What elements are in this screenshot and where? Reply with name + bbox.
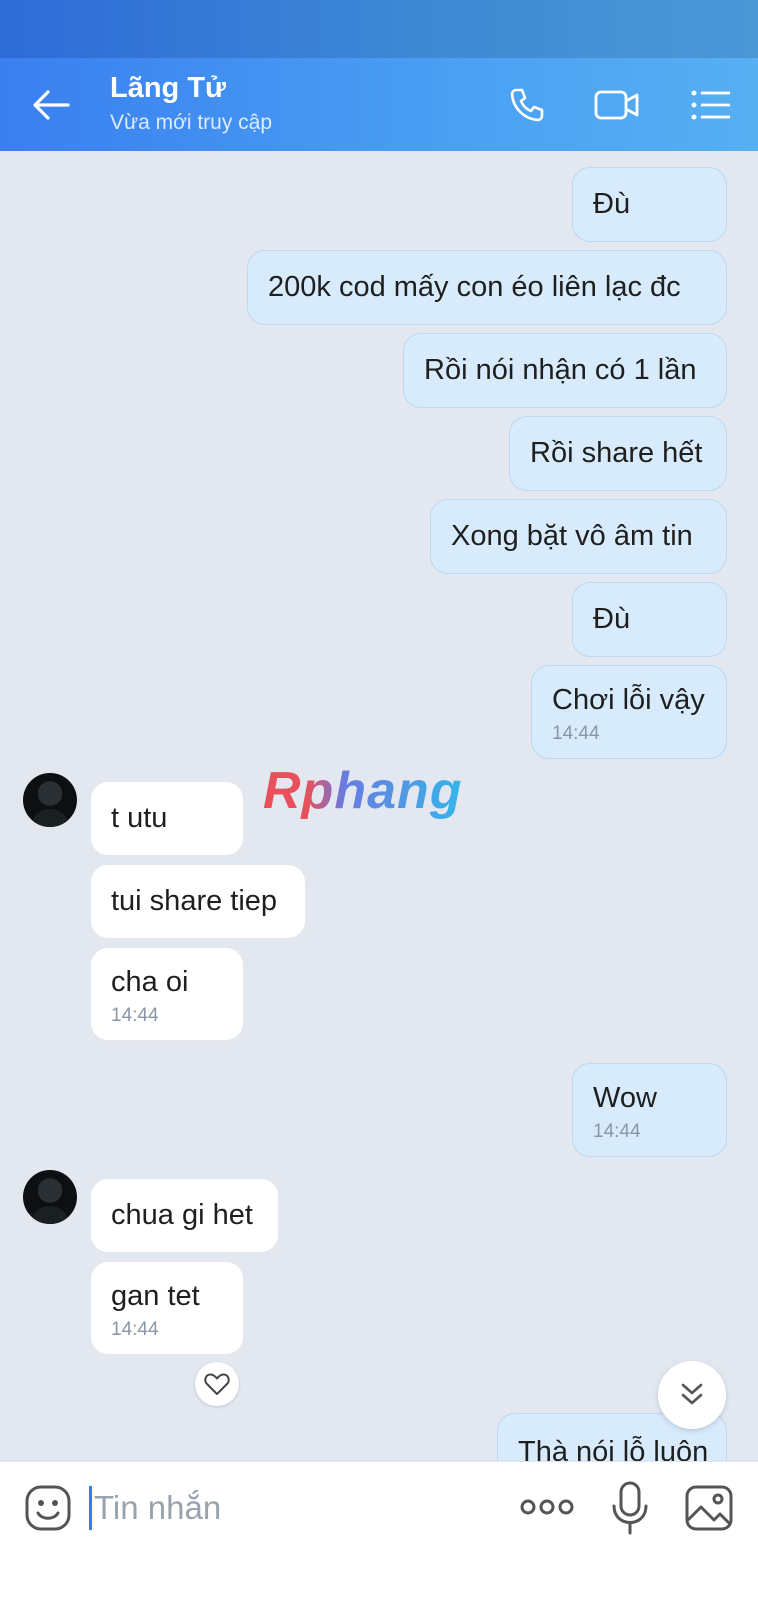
message-bubble[interactable]: 200k cod mấy con éo liên lạc đc (247, 250, 727, 325)
message-text: chua gi het (111, 1199, 253, 1231)
back-button[interactable] (28, 84, 74, 126)
message-bubble[interactable]: Rồi nói nhận có 1 lần (403, 333, 727, 408)
message-time: 14:44 (552, 723, 600, 744)
image-gallery-icon (685, 1485, 733, 1531)
message-composer (0, 1461, 758, 1601)
contact-avatar[interactable] (23, 773, 77, 827)
status-bar (0, 0, 758, 58)
message-text: cha oi (111, 966, 189, 998)
message-time: 14:44 (111, 1319, 159, 1340)
video-call-button[interactable] (592, 80, 642, 130)
scroll-to-bottom-button[interactable] (658, 1361, 726, 1429)
message-text: Rồi share hết (530, 437, 703, 469)
message-text: Thà nói lỗ luôn (518, 1436, 709, 1461)
message-text: Rồi nói nhận có 1 lần (424, 354, 697, 386)
send-image-button[interactable] (684, 1484, 734, 1532)
menu-list-icon (691, 90, 730, 120)
message-bubble[interactable]: Wow 14:44 (572, 1063, 727, 1157)
message-text: Wow (593, 1082, 657, 1114)
sticker-button[interactable] (24, 1484, 72, 1532)
message-list[interactable]: Đù 200k cod mấy con éo liên lạc đc Rồi n… (0, 151, 758, 1461)
message-bubble[interactable]: Chơi lỗi vậy 14:44 (531, 665, 727, 759)
message-bubble[interactable]: tui share tiep (90, 864, 306, 939)
message-text: Đù (593, 188, 631, 220)
message-text: tui share tiep (111, 885, 278, 917)
message-bubble[interactable]: gan tet 14:44 (90, 1261, 244, 1355)
message-text: Đù (593, 603, 631, 635)
message-text: 200k cod mấy con éo liên lạc đc (268, 271, 681, 303)
message-bubble[interactable]: Đù (572, 582, 727, 657)
message-text: Xong bặt vô âm tin (451, 520, 693, 552)
more-dots-icon (520, 1499, 574, 1515)
chevron-double-down-icon (681, 1383, 703, 1405)
chat-options-button[interactable] (686, 80, 736, 130)
watermark-logo: Rphang (263, 762, 463, 820)
message-text: Chơi lỗi vậy (552, 684, 705, 716)
more-options-button[interactable] (520, 1492, 574, 1522)
microphone-icon (612, 1481, 648, 1535)
video-call-icon (594, 90, 639, 120)
message-bubble[interactable]: Xong bặt vô âm tin (430, 499, 727, 574)
message-bubble[interactable]: Rồi share hết (509, 416, 727, 491)
message-input[interactable] (92, 1480, 496, 1536)
voice-record-button[interactable] (610, 1480, 650, 1536)
heart-icon (204, 1373, 230, 1395)
react-heart-button[interactable] (195, 1362, 239, 1406)
message-time: 14:44 (111, 1005, 159, 1026)
contact-avatar[interactable] (23, 1170, 77, 1224)
chat-header: Lãng Tử Vừa mới truy cập (0, 58, 758, 151)
message-time: 14:44 (593, 1121, 641, 1142)
emoji-icon (25, 1485, 71, 1531)
message-bubble[interactable]: Đù (572, 167, 727, 242)
message-bubble[interactable]: t utu (90, 781, 244, 856)
call-button[interactable] (502, 80, 552, 130)
phone-icon (510, 88, 544, 122)
back-arrow-icon (33, 90, 70, 120)
message-text: gan tet (111, 1280, 200, 1312)
message-bubble[interactable]: cha oi 14:44 (90, 947, 244, 1041)
message-text: t utu (111, 802, 168, 834)
contact-status: Vừa mới truy cập (110, 111, 273, 134)
message-bubble[interactable]: chua gi het (90, 1178, 279, 1253)
contact-name[interactable]: Lãng Tử (110, 72, 226, 105)
